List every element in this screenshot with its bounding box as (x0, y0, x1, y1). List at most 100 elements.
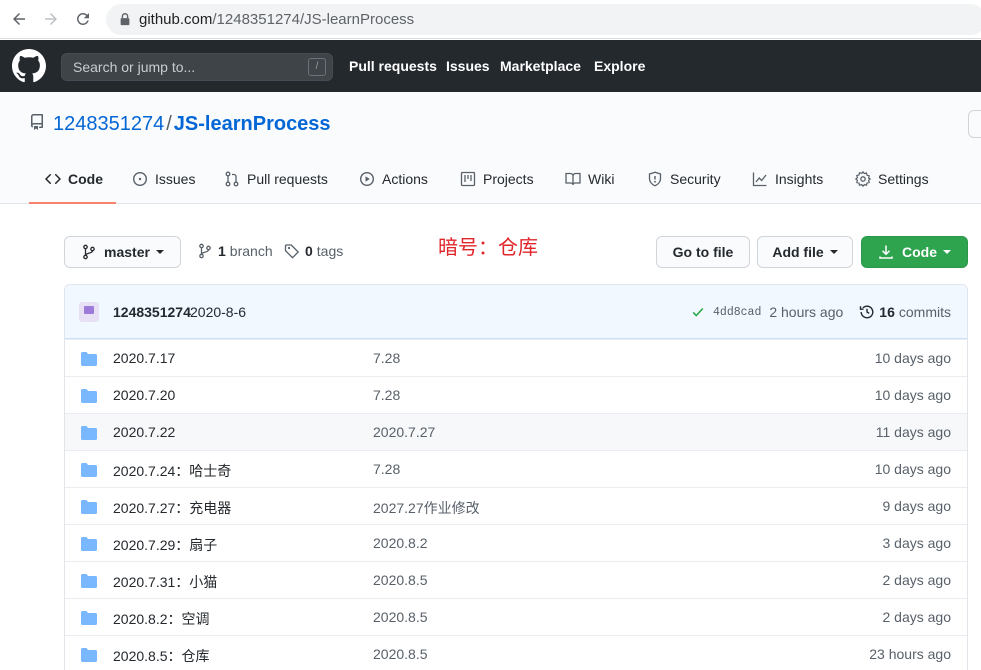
commit-sha[interactable]: 4dd8cad (713, 306, 761, 319)
file-commit-message[interactable]: 2020.8.5 (373, 572, 428, 588)
file-commit-message[interactable]: 7.28 (373, 461, 400, 477)
commit-count[interactable]: 16 (879, 304, 895, 320)
latest-commit-bar: 1248351274 2020-8-6 4dd8cad 2 hours ago … (65, 285, 967, 339)
table-row[interactable]: 2020.7.22 2020.7.27 11 days ago (65, 413, 967, 450)
commit-author[interactable]: 1248351274 (113, 304, 191, 320)
tab-code[interactable]: Code (29, 171, 116, 204)
github-logo-icon[interactable] (12, 49, 46, 83)
table-row[interactable]: 2020.7.20 7.28 10 days ago (65, 376, 967, 413)
branch-count: 1 (218, 243, 226, 259)
download-icon (879, 245, 893, 259)
add-file-button[interactable]: Add file (757, 236, 853, 268)
history-icon (860, 305, 874, 319)
folder-icon (81, 500, 97, 514)
book-icon (565, 172, 581, 186)
file-name[interactable]: 2020.7.22 (113, 424, 175, 440)
branch-icon (199, 243, 211, 259)
file-age: 9 days ago (882, 498, 952, 514)
file-name[interactable]: 2020.8.2：空调 (113, 609, 210, 629)
file-name[interactable]: 2020.7.27：充电器 (113, 498, 231, 518)
table-row[interactable]: 2020.7.17 7.28 10 days ago (65, 339, 967, 376)
table-row[interactable]: 2020.8.2：空调 2020.8.5 2 days ago (65, 598, 967, 635)
file-name[interactable]: 2020.7.31：小猫 (113, 572, 217, 592)
back-arrow-icon[interactable] (8, 8, 30, 30)
file-age: 11 days ago (875, 424, 951, 440)
commit-label[interactable]: commits (899, 304, 951, 320)
table-row[interactable]: 2020.7.29：扇子 2020.8.2 3 days ago (65, 524, 967, 561)
tab-projects[interactable]: Projects (460, 171, 534, 204)
repo-name-link[interactable]: JS-learnProcess (174, 113, 331, 135)
file-name[interactable]: 2020.8.5：仓库 (113, 646, 210, 666)
tab-pull-requests-label: Pull requests (247, 171, 328, 187)
search-input[interactable]: Search or jump to... / (61, 53, 333, 81)
table-row[interactable]: 2020.8.5：仓库 2020.8.5 23 hours ago (65, 635, 967, 670)
code-icon (45, 173, 61, 185)
nav-marketplace[interactable]: Marketplace (500, 58, 581, 74)
file-age: 2 days ago (882, 609, 952, 625)
tab-security[interactable]: Security (647, 171, 721, 204)
branch-select-button[interactable]: master (64, 236, 181, 268)
folder-icon (81, 537, 97, 551)
nav-pull-requests[interactable]: Pull requests (349, 58, 437, 74)
repo-title: 1248351274/JS-learnProcess (53, 113, 331, 136)
tab-issues[interactable]: Issues (132, 171, 195, 204)
tab-actions[interactable]: Actions (359, 171, 428, 204)
shield-icon (648, 171, 662, 187)
file-name[interactable]: 2020.7.29：扇子 (113, 535, 217, 555)
go-to-file-button[interactable]: Go to file (656, 236, 750, 268)
file-commit-message[interactable]: 2020.8.5 (373, 646, 428, 662)
file-commit-message[interactable]: 2020.7.27 (373, 424, 435, 440)
file-commit-message[interactable]: 7.28 (373, 387, 400, 403)
tab-actions-label: Actions (382, 171, 428, 187)
repo-header: 1248351274/JS-learnProcess Code Issues P… (0, 92, 981, 204)
nav-explore[interactable]: Explore (594, 58, 645, 74)
table-row[interactable]: 2020.7.31：小猫 2020.8.5 2 days ago (65, 561, 967, 598)
file-name[interactable]: 2020.7.20 (113, 387, 175, 403)
commit-meta: 4dd8cad 2 hours ago 16 commits (691, 304, 951, 320)
file-age: 23 hours ago (869, 646, 951, 662)
search-shortcut-badge: / (308, 58, 326, 76)
watch-button[interactable] (968, 110, 981, 138)
folder-icon (81, 352, 97, 366)
project-icon (460, 171, 476, 187)
file-commit-message[interactable]: 7.28 (373, 350, 400, 366)
tab-wiki[interactable]: Wiki (565, 171, 614, 204)
commit-time: 2 hours ago (769, 304, 844, 320)
file-commit-message[interactable]: 2020.8.2 (373, 535, 428, 551)
nav-issues[interactable]: Issues (446, 58, 490, 74)
branch-name: master (104, 244, 150, 260)
browser-toolbar: github.com/1248351274/JS-learnProcess (0, 0, 981, 39)
table-row[interactable]: 2020.7.24：哈士奇 7.28 10 days ago (65, 450, 967, 487)
folder-icon (81, 426, 97, 440)
avatar[interactable] (79, 302, 99, 322)
forward-arrow-icon[interactable] (40, 8, 62, 30)
folder-icon (81, 463, 97, 477)
check-icon[interactable] (691, 305, 705, 319)
code-download-button[interactable]: Code (861, 236, 968, 268)
branches-link[interactable]: 1 branch (197, 243, 273, 259)
tab-code-label: Code (68, 171, 103, 187)
search-placeholder: Search or jump to... (73, 59, 196, 75)
file-age: 10 days ago (874, 350, 951, 366)
commit-message[interactable]: 2020-8-6 (190, 304, 246, 320)
repo-icon (30, 114, 43, 130)
file-name[interactable]: 2020.7.24：哈士奇 (113, 461, 231, 481)
file-name[interactable]: 2020.7.17 (113, 350, 175, 366)
tab-pull-requests[interactable]: Pull requests (224, 171, 328, 204)
tab-settings[interactable]: Settings (855, 171, 929, 204)
file-list: 1248351274 2020-8-6 4dd8cad 2 hours ago … (64, 284, 968, 670)
table-row[interactable]: 2020.7.27：充电器 2027.27作业修改 9 days ago (65, 487, 967, 524)
tab-security-label: Security (670, 171, 721, 187)
file-commit-message[interactable]: 2027.27作业修改 (373, 498, 480, 518)
reload-icon[interactable] (72, 8, 94, 30)
annotation-text: 暗号：仓库 (438, 237, 538, 259)
address-bar[interactable]: github.com/1248351274/JS-learnProcess (106, 4, 981, 35)
tab-issues-label: Issues (155, 171, 196, 187)
tag-count: 0 (305, 243, 313, 259)
tags-link[interactable]: 0 tags (284, 243, 343, 259)
tab-insights[interactable]: Insights (752, 171, 823, 204)
file-commit-message[interactable]: 2020.8.5 (373, 609, 428, 625)
code-button-label: Code (902, 244, 937, 260)
url-text: github.com/1248351274/JS-learnProcess (139, 11, 415, 28)
repo-owner-link[interactable]: 1248351274 (53, 113, 164, 135)
